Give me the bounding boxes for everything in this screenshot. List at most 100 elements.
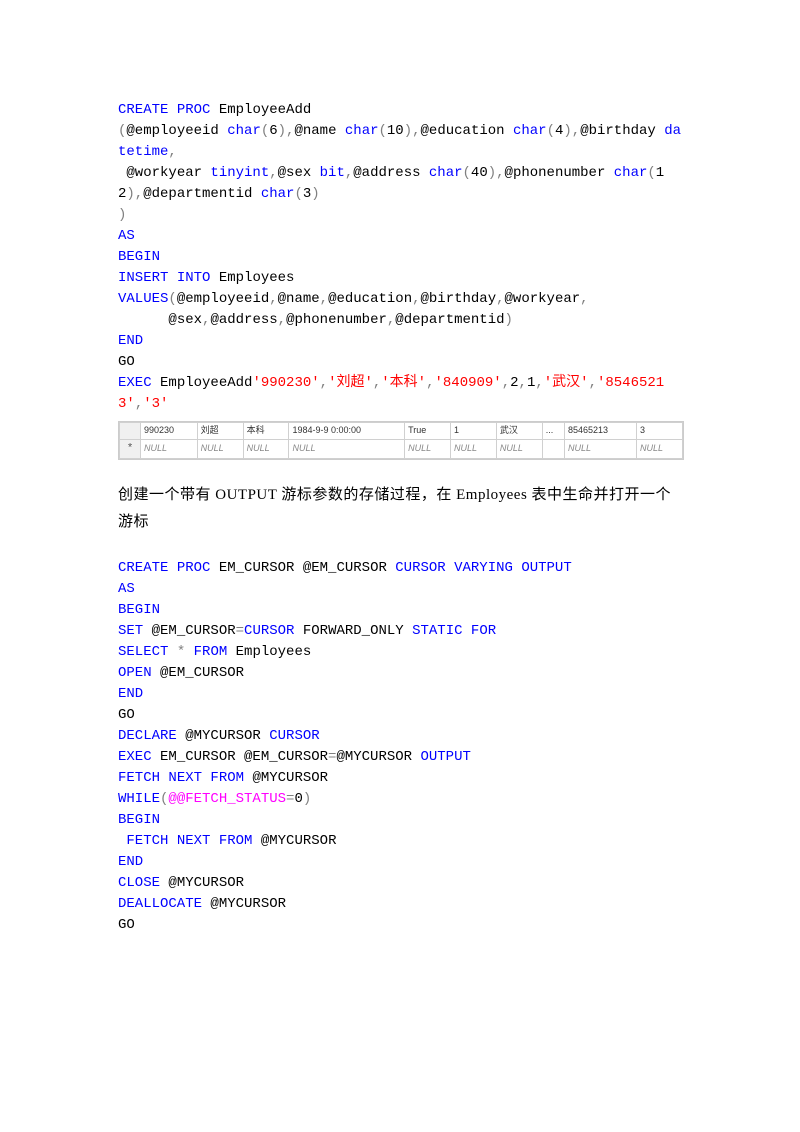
null-cell: NULL <box>450 439 496 459</box>
identifier: Employees <box>227 644 311 660</box>
keyword: OPEN <box>118 665 152 681</box>
param: @MYCURSOR <box>202 896 286 912</box>
cell: 85465213 <box>565 423 637 440</box>
punct: = <box>236 623 244 639</box>
punct: , <box>519 375 527 391</box>
identifier: EmployeeAdd <box>210 102 311 118</box>
code-line: END <box>118 852 682 873</box>
keyword: GO <box>118 707 135 723</box>
code-line: SET @EM_CURSOR=CURSOR FORWARD_ONLY STATI… <box>118 621 682 642</box>
keyword: CLOSE <box>118 875 160 891</box>
keyword: FOR <box>463 623 497 639</box>
string: '990230' <box>252 375 319 391</box>
punct: , <box>496 291 504 307</box>
param: @workyear <box>118 165 210 181</box>
param: @departmentid <box>143 186 261 202</box>
punct: , <box>535 375 543 391</box>
identifier: EmployeeAdd <box>152 375 253 391</box>
code-line: FETCH NEXT FROM @MYCURSOR <box>118 831 682 852</box>
punct: ), <box>278 123 295 139</box>
punct: , <box>278 312 286 328</box>
type: char <box>261 186 295 202</box>
new-row-indicator: * <box>120 439 141 459</box>
identifier: EM_CURSOR @EM_CURSOR <box>210 560 395 576</box>
type: char <box>429 165 463 181</box>
null-cell: NULL <box>405 439 451 459</box>
null-cell <box>542 439 564 459</box>
keyword: FROM <box>185 644 227 660</box>
code-line: EXEC EmployeeAdd'990230','刘超','本科','8409… <box>118 373 682 415</box>
type: char <box>227 123 261 139</box>
code-line: EXEC EM_CURSOR @EM_CURSOR=@MYCURSOR OUTP… <box>118 747 682 768</box>
code-line: VALUES(@employeeid,@name,@education,@bir… <box>118 289 682 310</box>
code-line: END <box>118 331 682 352</box>
null-cell: NULL <box>636 439 682 459</box>
param: @education <box>421 123 513 139</box>
keyword: GO <box>118 354 135 370</box>
code-line: FETCH NEXT FROM @MYCURSOR <box>118 768 682 789</box>
keyword: CREATE <box>118 102 168 118</box>
punct: ), <box>404 123 421 139</box>
keyword: OUTPUT <box>420 749 470 765</box>
number: 10 <box>387 123 404 139</box>
string: '本科' <box>381 375 426 391</box>
keyword: DECLARE <box>118 728 177 744</box>
keyword: BEGIN <box>118 812 160 828</box>
keyword: SELECT <box>118 644 168 660</box>
cell: 刘超 <box>197 423 243 440</box>
punct: ) <box>505 312 513 328</box>
number: 2 <box>510 375 518 391</box>
string: '武汉' <box>544 375 589 391</box>
keyword: FROM <box>210 833 252 849</box>
keyword: END <box>118 686 143 702</box>
punct: ), <box>126 186 143 202</box>
keyword: EXEC <box>118 749 152 765</box>
punct: ) <box>118 207 126 223</box>
keyword: DEALLOCATE <box>118 896 202 912</box>
param: @MYCURSOR <box>177 728 269 744</box>
keyword: PROC <box>168 102 210 118</box>
keyword: INTO <box>168 270 210 286</box>
param: @EM_CURSOR <box>143 623 235 639</box>
param: @EM_CURSOR <box>152 665 244 681</box>
punct: ( <box>379 123 387 139</box>
number: 40 <box>471 165 488 181</box>
code-line: DECLARE @MYCURSOR CURSOR <box>118 726 682 747</box>
punct: , <box>269 165 277 181</box>
null-cell: NULL <box>496 439 542 459</box>
cell: 本科 <box>243 423 289 440</box>
keyword: INSERT <box>118 270 168 286</box>
number: 3 <box>303 186 311 202</box>
keyword: EXEC <box>118 375 152 391</box>
section-heading: 创建一个带有 OUTPUT 游标参数的存储过程，在 Employees 表中生命… <box>118 482 682 536</box>
param: @MYCURSOR <box>244 770 328 786</box>
param: @name <box>294 123 344 139</box>
keyword: AS <box>118 581 135 597</box>
type: char <box>345 123 379 139</box>
keyword: NEXT <box>168 833 210 849</box>
keyword: VALUES <box>118 291 168 307</box>
punct: , <box>269 291 277 307</box>
param: @employeeid <box>126 123 227 139</box>
code-line: CREATE PROC EmployeeAdd <box>118 100 682 121</box>
param: @address <box>210 312 277 328</box>
punct: , <box>412 291 420 307</box>
param: @employeeid <box>177 291 269 307</box>
punct: ), <box>488 165 505 181</box>
param: @education <box>328 291 412 307</box>
type: char <box>614 165 648 181</box>
param: @name <box>278 291 320 307</box>
keyword: FETCH <box>118 770 160 786</box>
type: bit <box>320 165 345 181</box>
type: tinyint <box>210 165 269 181</box>
code-line: SELECT * FROM Employees <box>118 642 682 663</box>
param: @MYCURSOR <box>336 749 420 765</box>
punct: , <box>589 375 597 391</box>
param: @birthday <box>421 291 497 307</box>
code-line: GO <box>118 705 682 726</box>
number: 6 <box>269 123 277 139</box>
param: @address <box>353 165 429 181</box>
param: @departmentid <box>395 312 504 328</box>
code-line: AS <box>118 226 682 247</box>
punct: ) <box>303 791 311 807</box>
